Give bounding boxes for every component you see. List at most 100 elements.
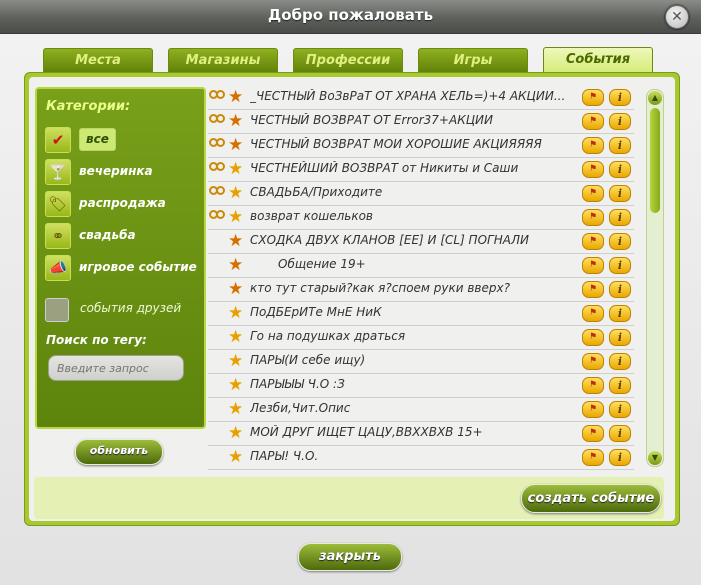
- tab-3[interactable]: Игры: [418, 48, 528, 73]
- event-row[interactable]: ★ Общение 19+ ⚑ i: [208, 254, 634, 278]
- event-row[interactable]: ★ возврат кошельков ⚑ i: [208, 206, 634, 230]
- event-row[interactable]: ★ Го на подушках драться ⚑ i: [208, 326, 634, 350]
- flag-icon[interactable]: ⚑: [582, 353, 604, 370]
- event-title: СХОДКА ДВУХ КЛАНОВ [EE] И [CL] ПОГНАЛИ: [250, 233, 529, 247]
- info-icon[interactable]: i: [609, 329, 631, 346]
- flag-icon[interactable]: ⚑: [582, 401, 604, 418]
- flag-icon[interactable]: ⚑: [582, 377, 604, 394]
- tab-1[interactable]: Магазины: [168, 48, 278, 73]
- category-2[interactable]: 🏷 распродажа: [45, 191, 195, 217]
- event-row[interactable]: ★ ПАРЫ! Ч.О. ⚑ i: [208, 446, 634, 470]
- info-icon[interactable]: i: [609, 209, 631, 226]
- create-event-button[interactable]: создать событие: [521, 484, 661, 513]
- scroll-thumb[interactable]: [650, 108, 660, 213]
- info-icon[interactable]: i: [609, 353, 631, 370]
- flag-icon[interactable]: ⚑: [582, 329, 604, 346]
- tab-4[interactable]: События: [543, 47, 653, 73]
- category-4[interactable]: 📣 игровое событие: [45, 255, 197, 281]
- info-icon[interactable]: i: [609, 449, 631, 466]
- event-row[interactable]: ★ СХОДКА ДВУХ КЛАНОВ [EE] И [CL] ПОГНАЛИ ⚑…: [208, 230, 634, 254]
- category-0[interactable]: ✔ все: [45, 127, 195, 153]
- category-1[interactable]: 🍸 вечеринка: [45, 159, 195, 185]
- tab-2[interactable]: Профессии: [293, 48, 403, 73]
- flag-icon[interactable]: ⚑: [582, 305, 604, 322]
- event-title: Го на подушках драться: [250, 329, 406, 343]
- flag-icon[interactable]: ⚑: [582, 89, 604, 106]
- event-title: СВАДЬБА/Приходите: [250, 185, 383, 199]
- star-icon: ★: [228, 303, 244, 323]
- rings-icon: [209, 210, 225, 221]
- event-title: ЧЕСТНЫЙ ВОЗВРАТ ОТ Error37+АКЦИИ: [250, 113, 493, 127]
- info-icon[interactable]: i: [609, 161, 631, 178]
- info-icon[interactable]: i: [609, 233, 631, 250]
- event-row[interactable]: ★ ЧЕСТНЫЙ ВОЗВРАТ МОИ ХОРОШИЕ АКЦИЯЯЯЯ ⚑ i: [208, 134, 634, 158]
- event-title: Общение 19+: [278, 257, 366, 271]
- star-icon: ★: [228, 183, 244, 203]
- orange-star-icon: ★: [228, 111, 244, 131]
- flag-icon[interactable]: ⚑: [582, 161, 604, 178]
- category-label: игровое событие: [79, 260, 197, 274]
- event-row[interactable]: ★ ПАРЫЫЫ Ч.О :З ⚑ i: [208, 374, 634, 398]
- flag-icon[interactable]: ⚑: [582, 257, 604, 274]
- event-title: ПАРЫ(И себе ищу): [250, 353, 366, 367]
- orange-star-icon: ★: [228, 231, 244, 251]
- flag-icon[interactable]: ⚑: [582, 281, 604, 298]
- refresh-button[interactable]: обновить: [75, 439, 163, 465]
- info-icon[interactable]: i: [609, 281, 631, 298]
- event-title: возврат кошельков: [250, 209, 373, 223]
- flag-icon[interactable]: ⚑: [582, 209, 604, 226]
- event-row[interactable]: ★ Лезби,Чит.Опис ⚑ i: [208, 398, 634, 422]
- info-icon[interactable]: i: [609, 425, 631, 442]
- flag-icon[interactable]: ⚑: [582, 425, 604, 442]
- flag-icon[interactable]: ⚑: [582, 185, 604, 202]
- events-scrollbar[interactable]: ▲ ▼: [646, 89, 664, 467]
- flag-icon[interactable]: ⚑: [582, 137, 604, 154]
- info-icon[interactable]: i: [609, 89, 631, 106]
- cocktail-icon: 🍸: [45, 159, 71, 185]
- star-icon: ★: [228, 447, 244, 467]
- rings-icon: [209, 186, 225, 197]
- info-icon[interactable]: i: [609, 305, 631, 322]
- info-icon[interactable]: i: [609, 137, 631, 154]
- info-icon[interactable]: i: [609, 185, 631, 202]
- rings-icon: [209, 138, 225, 149]
- event-row[interactable]: ★ ЧЕСТНЕЙШИЙ ВОЗВРАТ от Никиты и Саши ⚑ i: [208, 158, 634, 182]
- close-button[interactable]: закрыть: [298, 543, 402, 571]
- info-icon[interactable]: i: [609, 113, 631, 130]
- star-icon: ★: [228, 207, 244, 227]
- rings-icon: [209, 162, 225, 173]
- event-row[interactable]: ★ кто тут старый?как я?споем руки вверх? ⚑…: [208, 278, 634, 302]
- event-row[interactable]: ★ СВАДЬБА/Приходите ⚑ i: [208, 182, 634, 206]
- friends-events-checkbox[interactable]: [45, 298, 69, 322]
- rings-icon: [209, 114, 225, 125]
- event-row[interactable]: ★ _ЧЕСТНЫЙ ВоЗвРаТ ОТ ХРАНА ХЕЛЬ=)+4 АКЦИ…: [208, 86, 634, 110]
- info-icon[interactable]: i: [609, 377, 631, 394]
- category-3[interactable]: ⚭ свадьба: [45, 223, 195, 249]
- flag-icon[interactable]: ⚑: [582, 113, 604, 130]
- star-icon: ★: [228, 399, 244, 419]
- title-bar: Добро пожаловать ✕: [0, 0, 701, 34]
- events-list: ★ _ЧЕСТНЫЙ ВоЗвРаТ ОТ ХРАНА ХЕЛЬ=)+4 АКЦИ…: [208, 86, 634, 470]
- window-title: Добро пожаловать: [267, 6, 434, 24]
- event-row[interactable]: ★ МОЙ ДРУГ ИЩЕТ ЦАЦУ,ВВХХВХВ 15+ ⚑ i: [208, 422, 634, 446]
- scroll-down-icon[interactable]: ▼: [648, 451, 662, 465]
- flag-icon[interactable]: ⚑: [582, 449, 604, 466]
- event-title: ЧЕСТНЕЙШИЙ ВОЗВРАТ от Никиты и Саши: [250, 161, 519, 175]
- event-title: ПАРЫЫЫ Ч.О :З: [250, 377, 345, 391]
- event-row[interactable]: ★ ПоДБЕрИТе МнЕ НиК ⚑ i: [208, 302, 634, 326]
- tab-0[interactable]: Места: [43, 48, 153, 73]
- tag-search-input[interactable]: [48, 355, 184, 381]
- close-window-icon[interactable]: ✕: [665, 5, 689, 29]
- info-icon[interactable]: i: [609, 257, 631, 274]
- orange-star-icon: ★: [228, 255, 244, 275]
- category-label: все: [79, 128, 116, 151]
- flag-icon[interactable]: ⚑: [582, 233, 604, 250]
- friends-events-label: события друзей: [80, 301, 182, 315]
- megaphone-icon: 📣: [45, 255, 71, 281]
- event-row[interactable]: ★ ЧЕСТНЫЙ ВОЗВРАТ ОТ Error37+АКЦИИ ⚑ i: [208, 110, 634, 134]
- event-row[interactable]: ★ ПАРЫ(И себе ищу) ⚑ i: [208, 350, 634, 374]
- orange-star-icon: ★: [228, 87, 244, 107]
- scroll-up-icon[interactable]: ▲: [648, 91, 662, 105]
- info-icon[interactable]: i: [609, 401, 631, 418]
- event-title: Лезби,Чит.Опис: [250, 401, 351, 415]
